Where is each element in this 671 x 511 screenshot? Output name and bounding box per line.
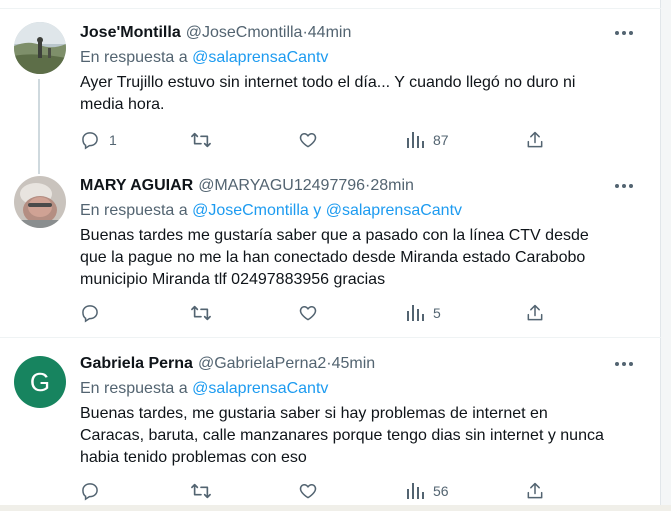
- views-count: 87: [433, 132, 449, 148]
- reply-count: 1: [109, 132, 117, 148]
- more-button[interactable]: [613, 24, 635, 42]
- more-button[interactable]: [613, 177, 635, 195]
- mention-link[interactable]: @salaprensaCantv: [192, 380, 328, 397]
- tweet-actions: 5: [80, 301, 560, 325]
- avatar[interactable]: [14, 22, 66, 74]
- reply-prefix: En respuesta a: [80, 49, 193, 66]
- mention-joiner: y: [308, 202, 326, 219]
- tweet-content: Gabriela Perna @GabrielaPerna2 · 45min E…: [80, 353, 641, 469]
- tweet[interactable]: G Gabriela Perna @GabrielaPerna2 · 45min…: [0, 339, 661, 505]
- views-count: 56: [433, 483, 449, 499]
- share-icon: [527, 131, 543, 148]
- tweet-header: MARY AGUIAR @MARYAGU12497796 · 28min: [80, 175, 641, 197]
- mention-link[interactable]: @salaprensaCantv: [326, 202, 462, 219]
- views-icon: [407, 483, 424, 499]
- avatar[interactable]: [14, 176, 66, 228]
- reply-prefix: En respuesta a: [80, 380, 193, 397]
- tweet-text: Buenas tardes me gustaría saber que a pa…: [80, 225, 641, 291]
- like-button[interactable]: [298, 128, 318, 152]
- mention-link[interactable]: @JoseCmontilla: [192, 202, 309, 219]
- reply-context: En respuesta a @salaprensaCantv: [80, 47, 641, 69]
- page-background: [661, 0, 671, 511]
- reply-button[interactable]: [80, 301, 100, 325]
- reply-prefix: En respuesta a: [80, 202, 193, 219]
- like-button[interactable]: [298, 479, 318, 503]
- timeline: Jose'Montilla @JoseCmontilla · 44min En …: [0, 0, 661, 511]
- share-button[interactable]: [525, 128, 545, 152]
- timestamp[interactable]: 45min: [332, 353, 376, 375]
- like-button[interactable]: [298, 301, 318, 325]
- handle[interactable]: @GabrielaPerna2: [198, 353, 326, 375]
- more-icon: [615, 184, 633, 188]
- retweet-icon: [191, 132, 211, 148]
- display-name[interactable]: MARY AGUIAR: [80, 175, 193, 197]
- tweet-content: MARY AGUIAR @MARYAGU12497796 · 28min En …: [80, 175, 641, 291]
- reply-icon: [82, 483, 98, 501]
- retweet-icon: [191, 483, 211, 499]
- more-icon: [615, 362, 633, 366]
- heart-icon: [299, 306, 317, 321]
- reply-icon: [82, 132, 98, 150]
- timestamp[interactable]: 44min: [308, 22, 352, 44]
- tweet-text-line: media hora.: [80, 96, 165, 113]
- portrait-avatar-icon: [14, 176, 66, 228]
- tweet-content: Jose'Montilla @JoseCmontilla · 44min En …: [80, 22, 641, 116]
- views-button[interactable]: 5: [406, 301, 441, 325]
- tweet-actions: 1 87: [80, 128, 560, 152]
- views-icon: [407, 132, 424, 148]
- landscape-avatar-icon: [14, 22, 66, 74]
- tweet-text-line: Ayer Trujillo estuvo sin internet todo e…: [80, 74, 576, 91]
- handle[interactable]: @MARYAGU12497796: [198, 175, 365, 197]
- tweet-text: Ayer Trujillo estuvo sin internet todo e…: [80, 72, 641, 116]
- reply-button[interactable]: 1: [80, 128, 117, 152]
- tweet-text-line: Buenas tardes me gustaría saber que a pa…: [80, 227, 589, 244]
- timestamp[interactable]: 28min: [370, 175, 414, 197]
- avatar[interactable]: G: [14, 356, 66, 408]
- handle[interactable]: @JoseCmontilla: [186, 22, 303, 44]
- mention-link[interactable]: @salaprensaCantv: [192, 49, 328, 66]
- reply-button[interactable]: [80, 479, 100, 503]
- more-icon: [615, 31, 633, 35]
- views-button[interactable]: 56: [406, 479, 449, 503]
- display-name[interactable]: Gabriela Perna: [80, 353, 193, 375]
- share-button[interactable]: [525, 479, 545, 503]
- reply-context: En respuesta a @JoseCmontilla y @salapre…: [80, 200, 641, 222]
- heart-icon: [299, 484, 317, 499]
- retweet-button[interactable]: [190, 479, 212, 503]
- share-icon: [527, 482, 543, 499]
- tweet-header: Jose'Montilla @JoseCmontilla · 44min: [80, 22, 641, 44]
- tweet[interactable]: Jose'Montilla @JoseCmontilla · 44min En …: [0, 9, 661, 174]
- page-background: [0, 505, 671, 511]
- retweet-button[interactable]: [190, 301, 212, 325]
- reply-context: En respuesta a @salaprensaCantv: [80, 378, 641, 400]
- thread-line: [38, 79, 40, 174]
- tweet-text-line: municipio Miranda tlf 02497883956 gracia…: [80, 271, 386, 288]
- retweet-icon: [191, 305, 211, 321]
- tweet-text-line: Caracas, baruta, calle manzanares porque…: [80, 427, 604, 444]
- views-icon: [407, 305, 424, 321]
- retweet-button[interactable]: [190, 128, 212, 152]
- tweet-text-line: habia tenido problemas con eso: [80, 449, 307, 466]
- tweet-text-line: Buenas tardes, me gustaria saber si hay …: [80, 405, 548, 422]
- heart-icon: [299, 133, 317, 148]
- display-name[interactable]: Jose'Montilla: [80, 22, 181, 44]
- tweet-actions: 56: [80, 479, 560, 503]
- avatar-letter: G: [29, 366, 51, 397]
- views-count: 5: [433, 305, 441, 321]
- reply-icon: [82, 305, 98, 323]
- share-button[interactable]: [525, 301, 545, 325]
- tweet-text: Buenas tardes, me gustaria saber si hay …: [80, 403, 641, 469]
- share-icon: [527, 304, 543, 321]
- tweet[interactable]: MARY AGUIAR @MARYAGU12497796 · 28min En …: [0, 169, 661, 338]
- tweet-header: Gabriela Perna @GabrielaPerna2 · 45min: [80, 353, 641, 375]
- more-button[interactable]: [613, 355, 635, 373]
- tweet-text-line: que la pague no me la han conectado desd…: [80, 249, 586, 266]
- views-button[interactable]: 87: [406, 128, 449, 152]
